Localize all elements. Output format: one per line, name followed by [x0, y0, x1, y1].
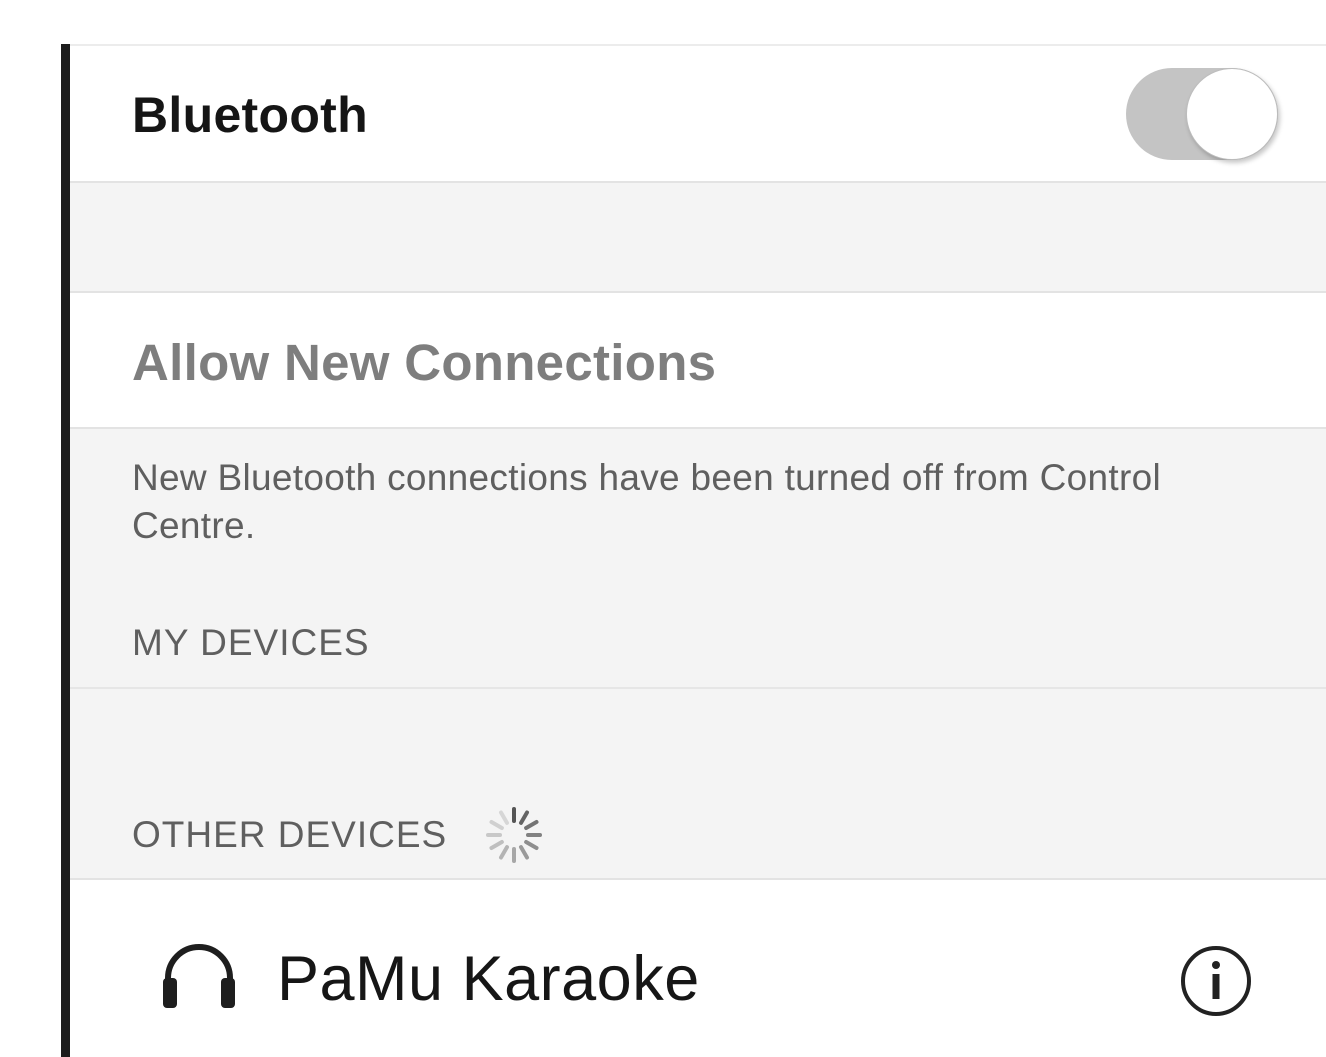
section-divider: [70, 687, 1326, 689]
bluetooth-settings-screen: Bluetooth Allow New Connections New Blue…: [70, 44, 1326, 1057]
allow-new-connections-label: Allow New Connections: [132, 334, 717, 391]
other-devices-header: OTHER DEVICES: [132, 814, 448, 855]
my-devices-header: MY DEVICES: [132, 622, 370, 663]
toggle-knob: [1186, 68, 1278, 160]
connections-footnote: New Bluetooth connections have been turn…: [132, 457, 1161, 546]
device-row-pamu-karaoke[interactable]: PaMu Karaoke: [70, 878, 1326, 1057]
device-name: PaMu Karaoke: [277, 944, 700, 1014]
bluetooth-label: Bluetooth: [132, 87, 368, 143]
bluetooth-cell: Bluetooth: [70, 46, 1326, 183]
device-frame-edge: [61, 44, 70, 1057]
headphones-icon: [163, 944, 235, 1008]
info-icon[interactable]: [1178, 943, 1254, 1019]
activity-spinner-icon: [486, 807, 542, 863]
allow-new-connections-cell[interactable]: Allow New Connections: [70, 291, 1326, 429]
bluetooth-toggle[interactable]: [1126, 68, 1278, 160]
